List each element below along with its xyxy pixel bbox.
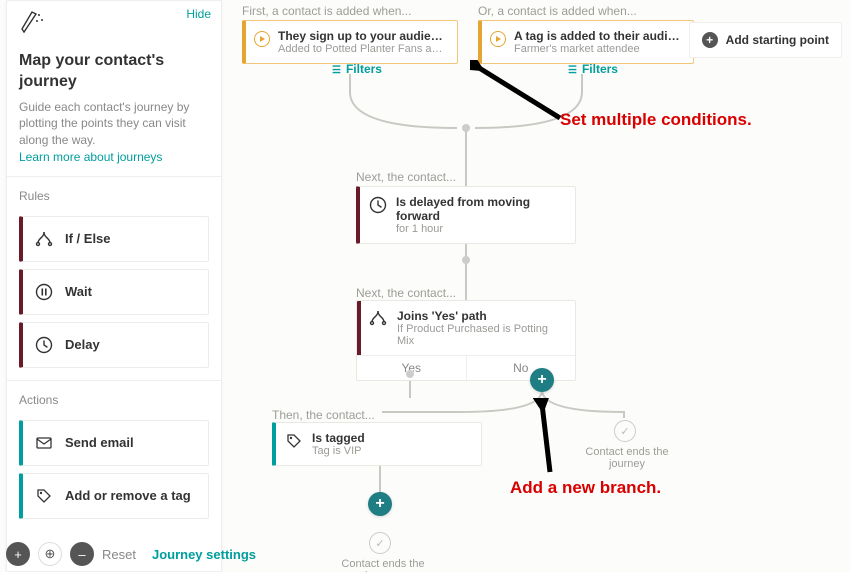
journey-canvas[interactable]: First, a contact is added when... Or, a …	[232, 0, 850, 572]
plus-icon: +	[14, 547, 22, 562]
action-add-remove-tag[interactable]: Add or remove a tag	[19, 473, 209, 519]
rules-heading: Rules	[19, 185, 209, 209]
sidebar: Hide Map your contact's journey Guide ea…	[6, 0, 222, 572]
clock-icon	[368, 195, 388, 215]
play-icon	[254, 31, 270, 47]
merge-dot-icon	[462, 124, 470, 132]
add-step-plus-button[interactable]: +	[368, 492, 392, 516]
trigger-subtitle: Added to Potted Planter Fans and Custo..…	[278, 43, 447, 55]
hint-text: Next, the contact...	[356, 170, 456, 184]
rule-label: Wait	[65, 284, 92, 299]
trigger-title: They sign up to your audience	[278, 29, 447, 43]
pause-icon	[33, 283, 55, 301]
journey-end-icon: ✓	[614, 420, 636, 442]
rule-delay[interactable]: Delay	[19, 322, 209, 368]
hint-text: Then, the contact...	[272, 408, 375, 422]
end-label: Contact ends the journey	[572, 446, 682, 470]
actions-heading: Actions	[19, 389, 209, 413]
tag-icon	[33, 487, 55, 505]
journey-end-icon: ✓	[369, 532, 391, 554]
annotation-text: Add a new branch.	[510, 478, 661, 498]
node-title: Is delayed from moving forward	[396, 195, 565, 223]
sidebar-description: Guide each contact's journey by plotting…	[19, 99, 209, 149]
node-title: Joins 'Yes' path	[397, 309, 565, 323]
rule-if-else[interactable]: If / Else	[19, 216, 209, 262]
hide-panel-link[interactable]: Hide	[186, 7, 211, 21]
play-icon	[490, 31, 506, 47]
rule-wait[interactable]: Wait	[19, 269, 209, 315]
end-label: Contact ends the journey	[328, 558, 438, 572]
node-title: Is tagged	[312, 431, 471, 445]
filters-link[interactable]: Filters	[568, 62, 618, 76]
action-send-email[interactable]: Send email	[19, 420, 209, 466]
if-no-button[interactable]: No	[466, 356, 576, 380]
clock-icon	[33, 336, 55, 354]
learn-more-link[interactable]: Learn more about journeys	[19, 150, 162, 164]
button-label: Add starting point	[726, 33, 829, 47]
trigger-card-tag[interactable]: A tag is added to their audience data Fa…	[478, 20, 694, 64]
trigger-card-signup[interactable]: They sign up to your audience Added to P…	[242, 20, 458, 64]
zoom-out-button[interactable]: +	[6, 542, 30, 566]
add-branch-plus-button[interactable]: +	[530, 368, 554, 392]
divider	[7, 176, 221, 177]
sidebar-title: Map your contact's journey	[19, 51, 209, 93]
branch-icon	[369, 309, 387, 327]
tag-icon	[284, 431, 304, 451]
plus-circle-icon: +	[702, 32, 718, 48]
magnifier-icon: ⊕	[45, 546, 56, 562]
node-is-tagged[interactable]: Is tagged Tag is VIP	[272, 422, 482, 466]
path-dot-icon	[406, 370, 414, 378]
hint-text: Next, the contact...	[356, 286, 456, 300]
annotation-arrow-icon	[470, 60, 570, 130]
node-subtitle: Tag is VIP	[312, 445, 471, 457]
node-delay[interactable]: Is delayed from moving forward for 1 hou…	[356, 186, 576, 244]
action-label: Send email	[65, 435, 134, 450]
envelope-icon	[33, 434, 55, 452]
hint-text: First, a contact is added when...	[242, 4, 411, 18]
trigger-subtitle: Farmer's market attendee	[514, 43, 683, 55]
branch-icon	[33, 230, 55, 248]
node-subtitle: for 1 hour	[396, 223, 565, 235]
zoom-minus-button[interactable]: –	[70, 542, 94, 566]
path-dot-icon	[462, 256, 470, 264]
filters-link[interactable]: Filters	[332, 62, 382, 76]
zoom-toolbar: + ⊕ – Reset Journey settings	[6, 542, 256, 566]
rule-label: Delay	[65, 337, 100, 352]
reset-zoom[interactable]: Reset	[102, 547, 136, 562]
annotation-text: Set multiple conditions.	[560, 110, 752, 130]
action-label: Add or remove a tag	[65, 488, 191, 503]
node-subtitle: If Product Purchased is Potting Mix	[397, 323, 565, 347]
add-starting-point-button[interactable]: + Add starting point	[689, 22, 842, 58]
zoom-search-button[interactable]: ⊕	[38, 542, 62, 566]
minus-icon: –	[78, 547, 85, 562]
rule-label: If / Else	[65, 231, 111, 246]
annotation-arrow-icon	[520, 398, 570, 478]
hint-text: Or, a contact is added when...	[478, 4, 637, 18]
divider	[7, 380, 221, 381]
trigger-title: A tag is added to their audience data	[514, 29, 683, 43]
pencil-crayon-icon	[19, 9, 47, 37]
